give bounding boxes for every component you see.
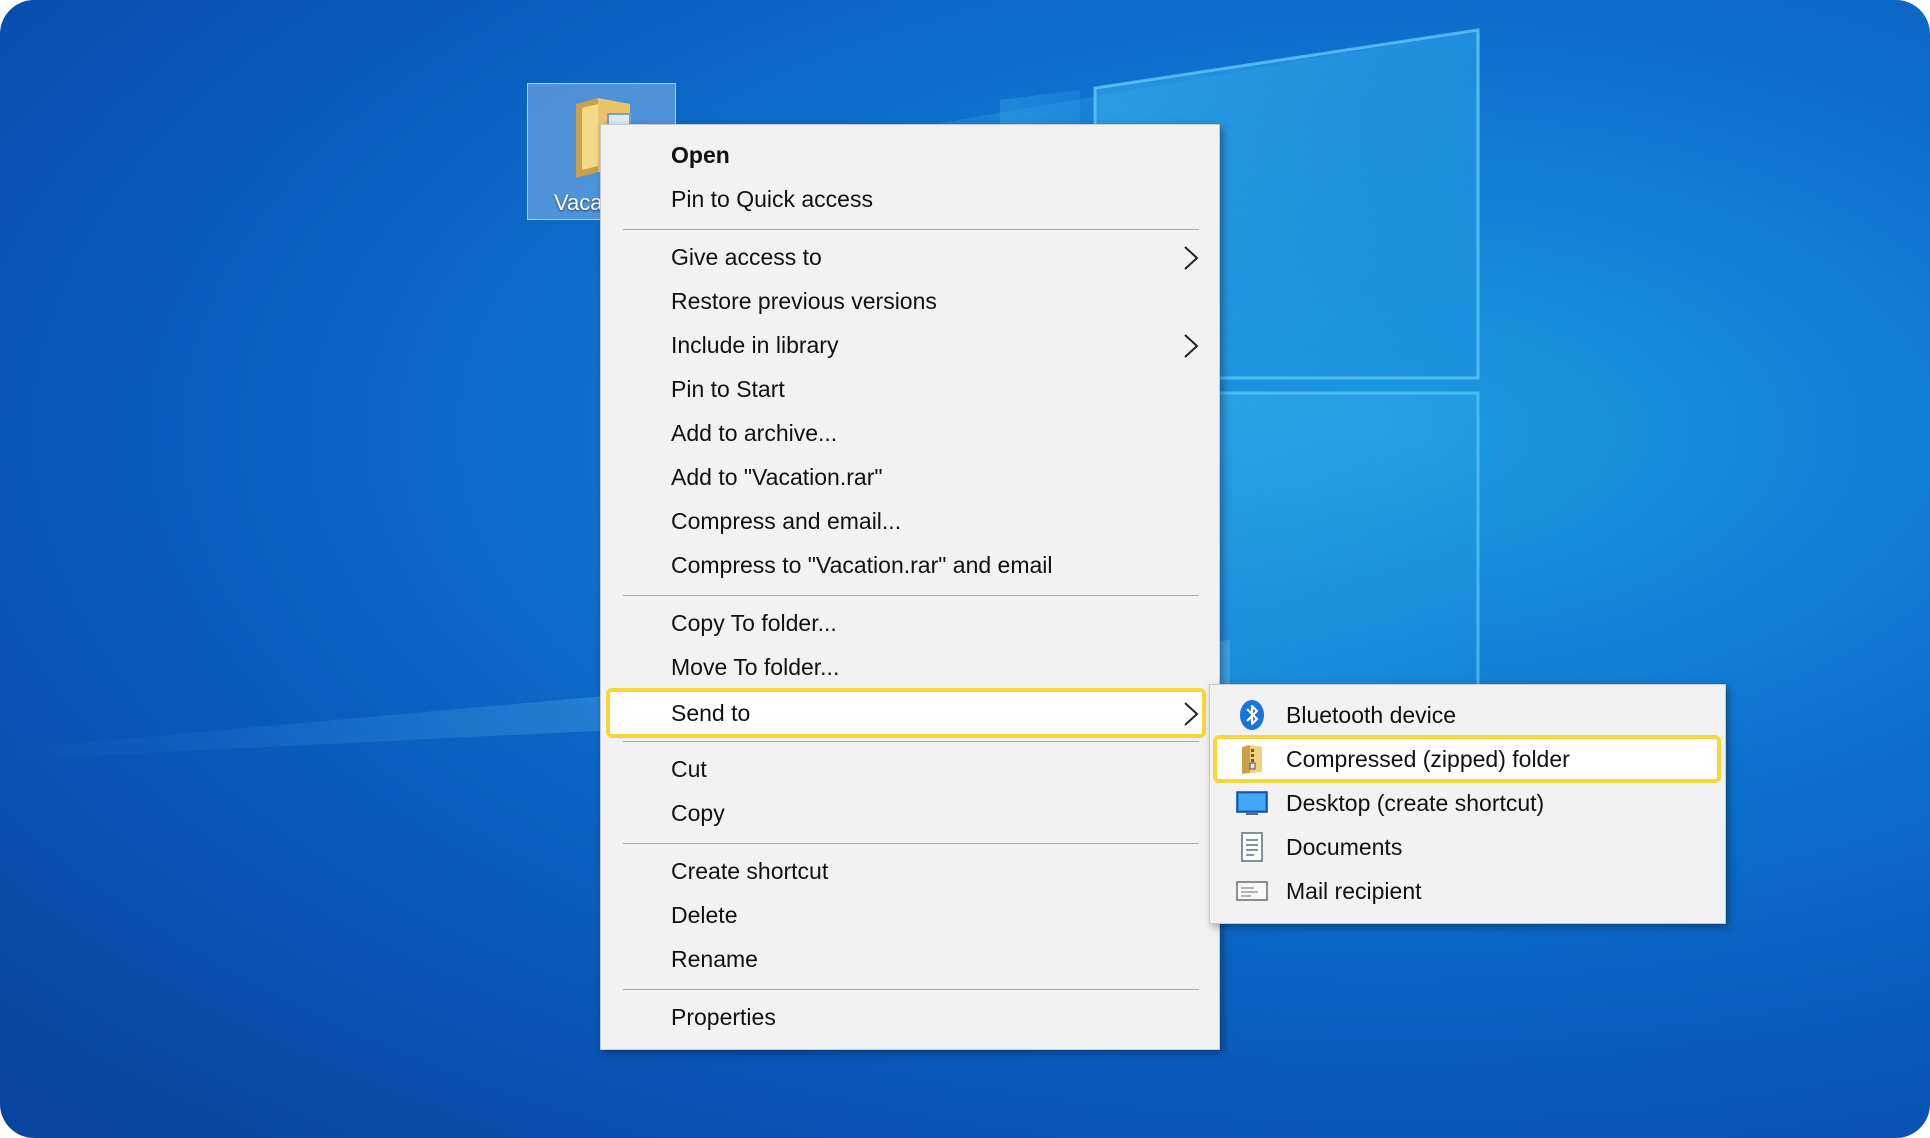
menu-item-label: Send to xyxy=(671,700,751,726)
menu-item-copy[interactable]: Copy xyxy=(609,791,1209,835)
menu-item-label: Pin to Quick access xyxy=(671,186,873,212)
menu-item-label: Rename xyxy=(671,946,758,972)
menu-item-cut[interactable]: Cut xyxy=(609,747,1209,791)
menu-item-label: Open xyxy=(671,142,730,168)
menu-item-delete[interactable]: Delete xyxy=(609,893,1209,937)
submenu-item-label: Documents xyxy=(1286,834,1403,860)
zip-folder-icon xyxy=(1242,745,1262,774)
menu-item-rename[interactable]: Rename xyxy=(609,937,1209,981)
menu-separator xyxy=(623,989,1199,990)
send-to-submenu: Bluetooth device Compressed (zipped) fol… xyxy=(1209,684,1726,924)
menu-item-label: Add to archive... xyxy=(671,420,838,446)
submenu-item-label: Bluetooth device xyxy=(1286,702,1457,728)
send-to-compressed-zipped-folder[interactable]: Compressed (zipped) folder xyxy=(1216,737,1719,781)
menu-item-label: Pin to Start xyxy=(671,376,785,402)
menu-separator xyxy=(623,595,1199,596)
submenu-item-label: Mail recipient xyxy=(1286,878,1422,904)
submenu-item-label: Compressed (zipped) folder xyxy=(1286,746,1570,772)
menu-item-properties[interactable]: Properties xyxy=(609,995,1209,1039)
send-to-mail-recipient[interactable]: Mail recipient xyxy=(1216,869,1719,913)
menu-separator xyxy=(623,843,1199,844)
context-menu: Open Pin to Quick access Give access to … xyxy=(600,124,1220,1050)
desktop-icon-label: Vaca xyxy=(554,190,603,215)
menu-item-label: Give access to xyxy=(671,244,822,270)
menu-item-label: Move To folder... xyxy=(671,654,840,680)
menu-item-add-to-archive[interactable]: Add to archive... xyxy=(609,411,1209,455)
submenu-item-label: Desktop (create shortcut) xyxy=(1286,790,1545,816)
chevron-right-icon xyxy=(1184,334,1199,358)
menu-item-give-access-to[interactable]: Give access to xyxy=(609,235,1209,279)
menu-item-label: Add to "Vacation.rar" xyxy=(671,464,883,490)
bluetooth-icon xyxy=(1240,700,1264,730)
menu-item-move-to-folder[interactable]: Move To folder... xyxy=(609,645,1209,689)
menu-item-label: Properties xyxy=(671,1004,776,1030)
menu-item-label: Compress and email... xyxy=(671,508,902,534)
menu-item-compress-and-email[interactable]: Compress and email... xyxy=(609,499,1209,543)
menu-item-create-shortcut[interactable]: Create shortcut xyxy=(609,849,1209,893)
menu-item-label: Compress to "Vacation.rar" and email xyxy=(671,552,1053,578)
menu-item-label: Cut xyxy=(671,756,707,782)
menu-item-label: Delete xyxy=(671,902,738,928)
menu-item-open[interactable]: Open xyxy=(609,133,1209,177)
menu-item-compress-to-vacation-rar-and-email[interactable]: Compress to "Vacation.rar" and email xyxy=(609,543,1209,587)
desktop-background: Vaca Open Pin to Quick access Give acces… xyxy=(0,0,1930,1138)
menu-separator xyxy=(623,741,1199,742)
menu-item-include-in-library[interactable]: Include in library xyxy=(609,323,1209,367)
documents-icon xyxy=(1241,832,1263,862)
menu-item-send-to[interactable]: Send to xyxy=(609,691,1209,735)
menu-item-label: Create shortcut xyxy=(671,858,829,884)
send-to-bluetooth-device[interactable]: Bluetooth device xyxy=(1216,693,1719,737)
mail-icon xyxy=(1236,881,1268,901)
menu-item-add-to-vacation-rar[interactable]: Add to "Vacation.rar" xyxy=(609,455,1209,499)
chevron-right-icon xyxy=(1184,246,1199,270)
menu-item-label: Include in library xyxy=(671,332,839,358)
menu-item-restore-previous-versions[interactable]: Restore previous versions xyxy=(609,279,1209,323)
menu-item-pin-to-start[interactable]: Pin to Start xyxy=(609,367,1209,411)
menu-item-copy-to-folder[interactable]: Copy To folder... xyxy=(609,601,1209,645)
send-to-desktop-create-shortcut[interactable]: Desktop (create shortcut) xyxy=(1216,781,1719,825)
menu-item-pin-to-quick-access[interactable]: Pin to Quick access xyxy=(609,177,1209,221)
send-to-documents[interactable]: Documents xyxy=(1216,825,1719,869)
menu-item-label: Copy To folder... xyxy=(671,610,837,636)
chevron-right-icon xyxy=(1184,702,1199,726)
menu-item-label: Copy xyxy=(671,800,725,826)
menu-item-label: Restore previous versions xyxy=(671,288,937,314)
desktop-icon xyxy=(1236,791,1268,815)
menu-separator xyxy=(623,229,1199,230)
